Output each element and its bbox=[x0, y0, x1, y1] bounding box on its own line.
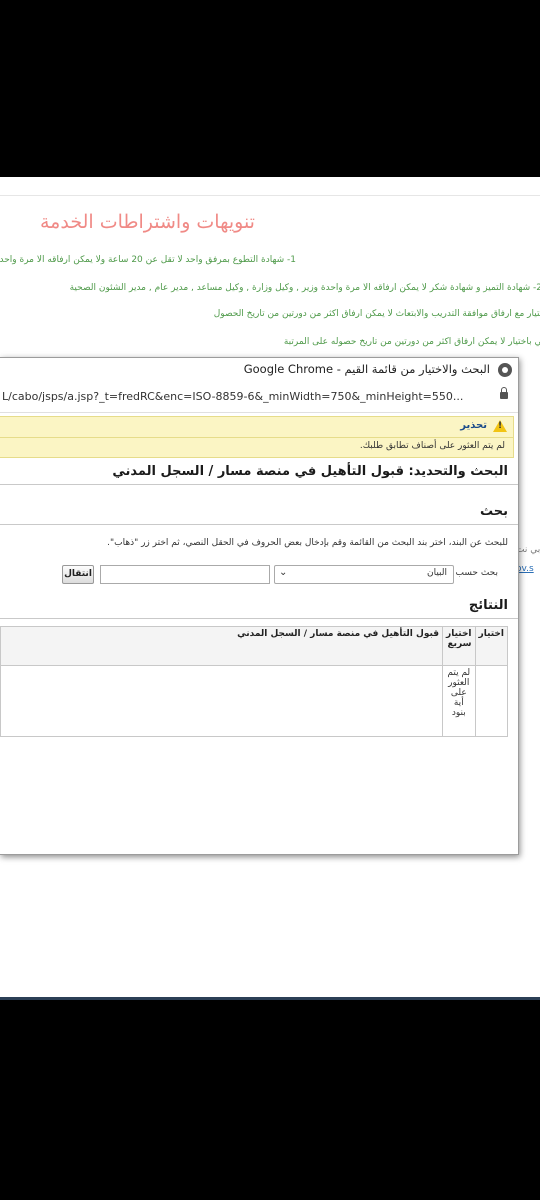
popup-url: L/cabo/jsps/a.jsp?_t=fredRC&enc=ISO-8859… bbox=[2, 390, 464, 403]
column-header-select[interactable]: اختيار bbox=[474, 626, 509, 666]
background-fragment: بي نت bbox=[516, 545, 540, 555]
table-row: لم يتم العثور على أية بنود bbox=[0, 665, 509, 737]
search-by-selected: البيان bbox=[426, 568, 447, 578]
popup-title-bar[interactable]: البحث والاختيار من قائمة القيم - Google … bbox=[0, 358, 518, 383]
results-heading: النتائج bbox=[468, 598, 508, 613]
popup-address-bar: L/cabo/jsps/a.jsp?_t=fredRC&enc=ISO-8859… bbox=[0, 382, 518, 413]
table-cell-select bbox=[474, 665, 509, 737]
search-divider bbox=[0, 524, 518, 525]
warning-title: تحذير bbox=[460, 420, 487, 431]
background-item-2: 2- شهادة التميز و شهادة شكر لا يمكن ارفا… bbox=[69, 283, 540, 293]
search-by-label: بحث حسب bbox=[455, 568, 498, 578]
background-page-title: تنويهات واشتراطات الخدمة bbox=[40, 211, 255, 233]
popup-window-title: البحث والاختيار من قائمة القيم - Google … bbox=[243, 362, 490, 376]
column-header-quick-select[interactable]: اختيار سريع bbox=[442, 626, 476, 666]
search-instructions: للبحث عن البند، اختر بند البحث من القائم… bbox=[107, 538, 508, 548]
windows-taskbar bbox=[0, 997, 540, 1000]
results-table: اختيار اختيار سريع قبول التأهيل في منصة … bbox=[0, 626, 509, 737]
table-cell-description bbox=[0, 665, 444, 737]
heading-divider bbox=[0, 484, 518, 485]
background-item-3: 3- برنامج دولي باختيار مع ارفاق موافقة ا… bbox=[213, 309, 540, 319]
chevron-down-icon: ⌄ bbox=[279, 567, 288, 578]
results-divider bbox=[0, 618, 518, 619]
go-button[interactable]: انتقال bbox=[62, 565, 94, 584]
no-results-message: لم يتم العثور على أية بنود bbox=[442, 665, 476, 737]
warning-divider bbox=[0, 437, 513, 438]
search-heading: بحث bbox=[479, 504, 508, 519]
warning-icon bbox=[493, 420, 507, 432]
results-header-row: اختيار اختيار سريع قبول التأهيل في منصة … bbox=[0, 626, 509, 666]
lov-popup-window: البحث والاختيار من قائمة القيم - Google … bbox=[0, 357, 519, 855]
search-input[interactable] bbox=[100, 565, 270, 584]
warning-box: تحذير لم يتم العثور على أصناف تطابق طلبك… bbox=[0, 416, 514, 458]
lock-icon[interactable] bbox=[500, 387, 508, 399]
taskbar-strip bbox=[0, 997, 540, 1000]
page-heading: البحث والتحديد: قبول التأهيل في منصة مسا… bbox=[112, 464, 508, 479]
chrome-icon bbox=[498, 363, 512, 377]
background-link-fragment[interactable]: ov.s bbox=[516, 564, 540, 574]
column-header-description[interactable]: قبول التأهيل في منصة مسار / السجل المدني bbox=[0, 626, 444, 666]
background-item-4: 4- برنامج حكومي باختيار لا يمكن ارفاق اك… bbox=[283, 337, 540, 347]
background-item-1: 1- شهادة التطوع بمرفق واحد لا تقل عن 20 … bbox=[0, 255, 296, 265]
page-top-bar bbox=[0, 177, 540, 196]
search-by-select[interactable]: البيان ⌄ bbox=[274, 565, 454, 584]
browser-screen: تنويهات واشتراطات الخدمة 1- شهادة التطوع… bbox=[0, 177, 540, 1000]
warning-message: لم يتم العثور على أصناف تطابق طلبك. bbox=[359, 441, 505, 451]
